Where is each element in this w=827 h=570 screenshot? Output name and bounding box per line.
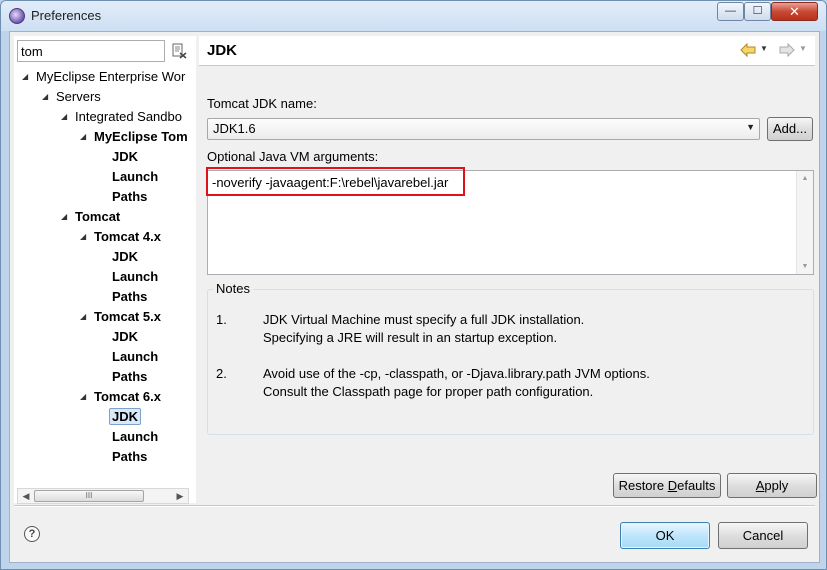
expand-twisty-icon[interactable]: ◢ xyxy=(61,208,73,226)
scroll-down-arrow-icon[interactable]: ▼ xyxy=(797,259,813,274)
page-title: JDK xyxy=(207,42,238,59)
expand-twisty-icon[interactable]: ◢ xyxy=(80,388,92,406)
note-text: JDK Virtual Machine must specify a full … xyxy=(263,312,585,327)
tree-item[interactable]: Launch xyxy=(110,268,160,286)
vm-args-vertical-scrollbar[interactable]: ▲ ▼ xyxy=(796,171,813,274)
notes-group: Notes 1. JDK Virtual Machine must specif… xyxy=(207,281,814,435)
tree-item[interactable]: Paths xyxy=(110,288,149,306)
minimize-button[interactable]: — xyxy=(717,2,744,21)
add-jdk-button[interactable]: Add... xyxy=(767,117,813,141)
tree-horizontal-scrollbar[interactable]: ◀ III ▶ xyxy=(17,488,189,504)
expand-twisty-icon[interactable]: ◢ xyxy=(22,68,34,86)
expand-twisty-icon[interactable]: ◢ xyxy=(80,308,92,326)
tree-item[interactable]: ◢ Tomcat xyxy=(61,208,122,226)
expand-twisty-icon[interactable]: ◢ xyxy=(80,228,92,246)
window-title: Preferences xyxy=(31,8,102,23)
dropdown-arrow-icon[interactable]: ▼ xyxy=(746,122,755,132)
maximize-button[interactable]: ☐ xyxy=(744,2,771,21)
back-arrow-icon[interactable] xyxy=(740,42,756,58)
tree-item[interactable]: Launch xyxy=(110,428,160,446)
vm-args-label: Optional Java VM arguments: xyxy=(207,149,379,164)
scroll-thumb[interactable]: III xyxy=(34,490,144,502)
jdk-name-select[interactable]: JDK1.6 ▼ xyxy=(207,118,760,140)
tree-item[interactable]: ◢ Integrated Sandbo xyxy=(61,108,184,126)
cancel-button[interactable]: Cancel xyxy=(718,522,808,549)
note-number: 2. xyxy=(216,366,227,381)
forward-menu-dropdown-icon[interactable]: ▼ xyxy=(799,44,807,53)
ok-button[interactable]: OK xyxy=(620,522,710,549)
preferences-window: Preferences — ☐ ✕ ◢MyEclipse Enterprise … xyxy=(0,0,827,570)
dialog-client: ◢MyEclipse Enterprise Wor ◢Servers ◢Inte… xyxy=(9,31,820,563)
expand-twisty-icon[interactable]: ◢ xyxy=(61,108,73,126)
help-icon[interactable]: ? xyxy=(24,526,40,542)
tree-item[interactable]: Launch xyxy=(110,168,160,186)
page-header: JDK ▼ ▼ xyxy=(199,36,815,66)
tree-item[interactable]: Launch xyxy=(110,348,160,366)
tree-item[interactable]: JDK xyxy=(110,328,140,346)
scroll-left-arrow-icon[interactable]: ◀ xyxy=(18,489,34,503)
note-text: Consult the Classpath page for proper pa… xyxy=(263,384,594,399)
forward-arrow-icon[interactable] xyxy=(779,42,795,58)
scroll-right-arrow-icon[interactable]: ▶ xyxy=(172,489,188,503)
tree-item[interactable]: JDK xyxy=(110,148,140,166)
restore-defaults-button[interactable]: Restore Defaults xyxy=(613,473,721,498)
jdk-name-selected-value: JDK1.6 xyxy=(213,121,256,136)
apply-button[interactable]: Apply xyxy=(727,473,817,498)
title-bar[interactable]: Preferences — ☐ ✕ xyxy=(1,1,826,31)
app-icon xyxy=(9,8,25,24)
note-text: Specifying a JRE will result in an start… xyxy=(263,330,558,345)
note-number: 1. xyxy=(216,312,227,327)
jdk-name-label: Tomcat JDK name: xyxy=(207,96,317,111)
tree-item[interactable]: ◢ Servers xyxy=(42,88,103,106)
tree-item[interactable]: ◢ Tomcat 5.x xyxy=(80,308,163,326)
back-menu-dropdown-icon[interactable]: ▼ xyxy=(760,44,768,53)
note-text: Avoid use of the -cp, -classpath, or -Dj… xyxy=(263,366,650,381)
vm-args-textarea[interactable]: -noverify -javaagent:F:\rebel\javarebel.… xyxy=(206,167,814,275)
tree-item[interactable]: Paths xyxy=(110,448,149,466)
preference-tree-panel: ◢MyEclipse Enterprise Wor ◢Servers ◢Inte… xyxy=(14,36,196,504)
tree-item[interactable]: ◢ Tomcat 4.x xyxy=(80,228,163,246)
tree-item[interactable]: ◢ MyEclipse Tom xyxy=(80,128,190,146)
close-button[interactable]: ✕ xyxy=(771,2,818,21)
annotation-highlight-box xyxy=(206,167,465,196)
preference-tree: ◢ MyEclipse Enterprise Wor ◢ Servers ◢ Inte… xyxy=(14,68,196,484)
tree-item[interactable]: JDK xyxy=(110,248,140,266)
preference-page: JDK ▼ ▼ Tomcat JDK name: JDK1.6 ▼ Add...… xyxy=(199,36,817,503)
tree-item-selected[interactable]: JDK xyxy=(109,408,142,426)
clear-filter-icon[interactable] xyxy=(171,43,187,59)
scroll-up-arrow-icon[interactable]: ▲ xyxy=(797,171,813,186)
expand-twisty-icon[interactable]: ◢ xyxy=(42,88,54,106)
footer-separator xyxy=(14,505,815,507)
tree-item[interactable]: ◢ Tomcat 6.x xyxy=(80,388,163,406)
tree-item[interactable]: Paths xyxy=(110,188,149,206)
tree-item[interactable]: ◢ MyEclipse Enterprise Wor xyxy=(22,68,187,86)
filter-input[interactable] xyxy=(17,40,165,62)
notes-title: Notes xyxy=(213,281,253,296)
expand-twisty-icon[interactable]: ◢ xyxy=(80,128,92,146)
tree-item[interactable]: Paths xyxy=(110,368,149,386)
